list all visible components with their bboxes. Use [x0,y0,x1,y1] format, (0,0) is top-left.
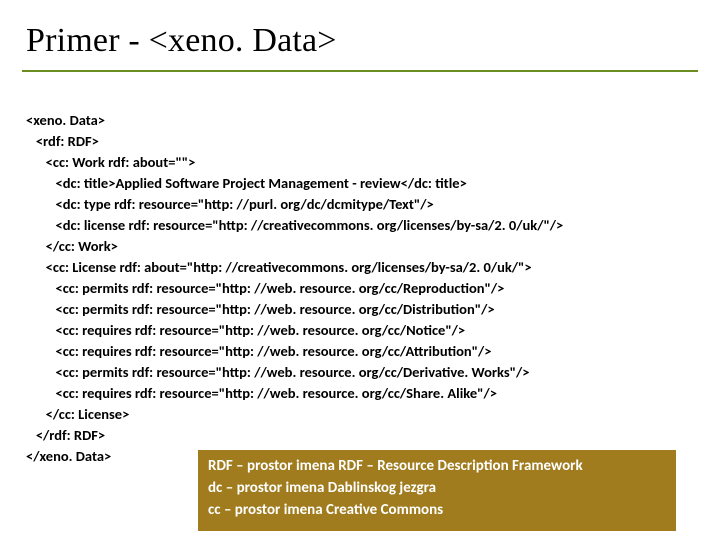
page-title: Primer - <xeno. Data> [26,22,698,60]
legend-line-rdf: RDF – prostor imena RDF – Resource Descr… [208,456,666,478]
slide: Primer - <xeno. Data> <xeno. Data> <rdf:… [0,0,720,540]
legend-box: RDF – prostor imena RDF – Resource Descr… [198,450,676,531]
title-wrap: Primer - <xeno. Data> [22,8,698,72]
legend-line-dc: dc – prostor imena Dablinskog jezgra [208,478,666,500]
code-block: <xeno. Data> <rdf: RDF> <cc: Work rdf: a… [22,110,698,467]
legend-line-cc: cc – prostor imena Creative Commons [208,500,666,522]
